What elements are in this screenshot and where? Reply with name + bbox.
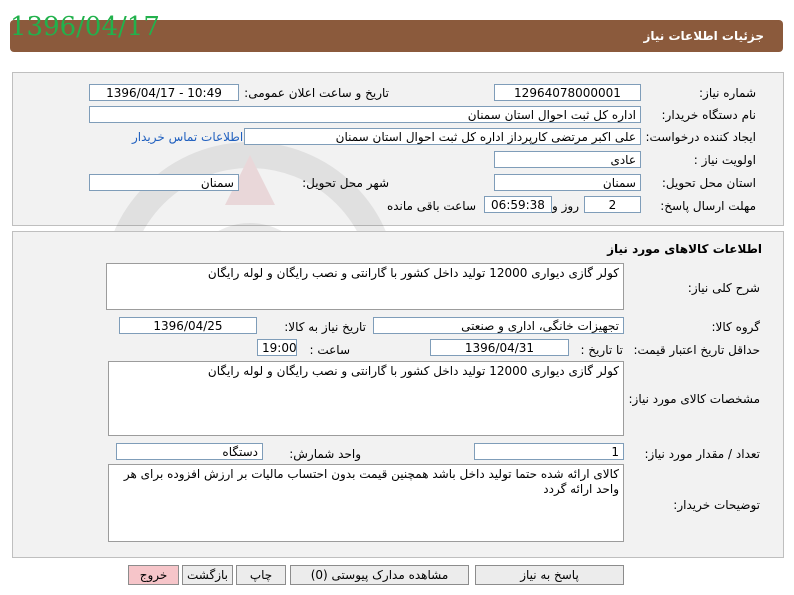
announce-datetime-field: 1396/04/17 - 10:49 [89,84,239,101]
deadline-time-field: 06:59:38 [484,196,552,213]
specs-area: کولر گازی دیواری 12000 تولید داخل کشور ب… [108,361,624,436]
validity-time-label: ساعت : [309,343,350,357]
buyer-notes-area: کالای ارائه شده حتما تولید داخل باشد همچ… [108,464,624,542]
quantity-label: تعداد / مقدار مورد نیاز: [644,447,760,461]
general-desc-area: کولر گازی دیواری 12000 تولید داخل کشور ب… [106,263,624,310]
date-stamp: 1396/04/17 [10,12,160,42]
attachments-button[interactable]: مشاهده مدارک پیوستی (0) [290,565,469,585]
city-label: شهر محل تحویل: [302,176,389,190]
deadline-label: مهلت ارسال پاسخ: [660,199,756,213]
province-label: استان محل تحویل: [661,176,756,190]
city-field: سمنان [89,174,239,191]
validity-time-field: 19:00 [257,339,297,356]
general-desc-label: شرح کلی نیاز: [687,281,760,295]
buyer-org-field: اداره کل ثبت احوال استان سمنان [89,106,641,123]
buyer-contact-link[interactable]: اطلاعات تماس خریدار [132,130,243,144]
reply-button[interactable]: پاسخ به نیاز [475,565,624,585]
buyer-notes-label: توضیحات خریدار: [673,498,760,512]
to-date-field: 1396/04/31 [430,339,569,356]
unit-label: واحد شمارش: [289,447,361,461]
deadline-days-field: 2 [584,196,641,213]
price-validity-label: حداقل تاریخ اعتبار قیمت: [633,343,760,357]
buyer-org-label: نام دستگاه خریدار: [661,108,757,122]
specs-label: مشخصات کالای مورد نیاز: [628,392,760,406]
goods-group-label: گروه کالا: [711,320,761,334]
creator-label: ایجاد کننده درخواست: [645,130,756,144]
exit-button[interactable]: خروج [128,565,179,585]
need-date-label: تاریخ نیاز به کالا: [284,320,366,334]
page-title: جزئیات اطلاعات نیاز [643,29,764,43]
creator-field: علی اکبر مرتضی کارپرداز اداره کل ثبت احو… [244,128,641,145]
goods-section-title: اطلاعات کالاهای مورد نیاز [607,242,762,256]
need-number-field: 12964078000001 [494,84,641,101]
need-date-field: 1396/04/25 [119,317,257,334]
priority-label: اولویت نیاز : [693,153,756,167]
days-word: روز و [552,199,579,213]
province-field: سمنان [494,174,641,191]
need-number-label: شماره نیاز: [699,86,756,100]
announce-datetime-label: تاریخ و ساعت اعلان عمومی: [244,86,389,100]
back-button[interactable]: بازگشت [182,565,233,585]
remaining-label: ساعت باقی مانده [386,199,476,213]
quantity-field: 1 [474,443,624,460]
unit-field: دستگاه [116,443,263,460]
to-date-label: تا تاریخ : [580,343,623,357]
goods-group-field: تجهیزات خانگی، اداری و صنعتی [373,317,624,334]
priority-field: عادی [494,151,641,168]
print-button[interactable]: چاپ [236,565,286,585]
